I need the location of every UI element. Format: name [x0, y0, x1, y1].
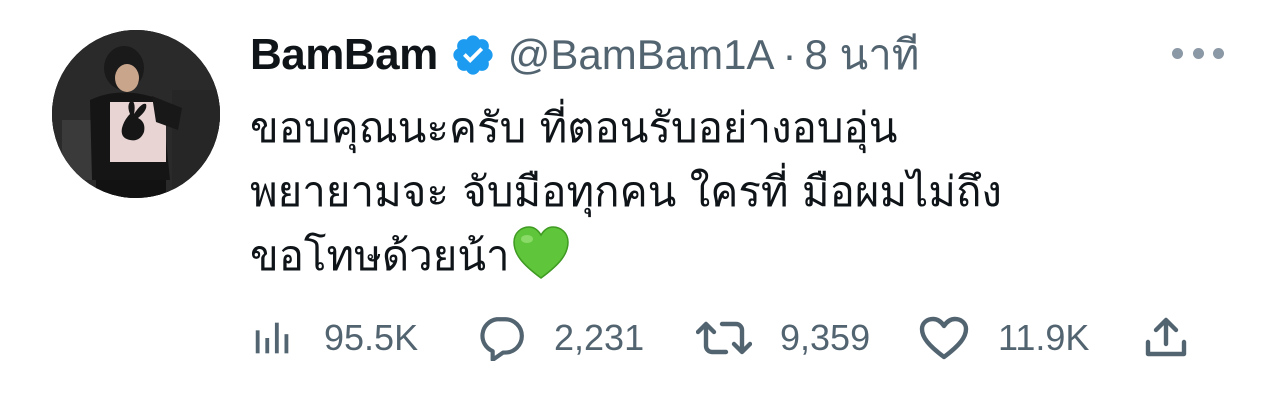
- tweet-line: ขอบคุณนะครับ ที่ตอนรับอย่างอบอุ่น: [250, 103, 898, 152]
- views-action[interactable]: 95.5K: [250, 310, 418, 366]
- retweet-count: 9,359: [780, 317, 871, 358]
- display-name[interactable]: BamBam: [250, 30, 438, 80]
- reply-action[interactable]: 2,231: [476, 310, 644, 366]
- share-action[interactable]: [1142, 310, 1190, 366]
- more-dot: [1213, 47, 1224, 59]
- like-count: 11.9K: [998, 317, 1090, 358]
- tweet-actions: 95.5K 2,231 9,359 11.9K: [250, 310, 1210, 366]
- reply-bubble-icon: [480, 317, 524, 361]
- share-upload-icon: [1145, 317, 1187, 357]
- user-handle[interactable]: @BamBam1A: [508, 31, 775, 79]
- tweet-line: ขอโทษด้วยน้า: [250, 231, 510, 280]
- retweet-action[interactable]: 9,359: [696, 310, 870, 366]
- more-dots-icon[interactable]: [1172, 40, 1224, 66]
- reply-count: 2,231: [554, 317, 645, 358]
- avatar[interactable]: [52, 30, 220, 198]
- views-count: 95.5K: [324, 317, 419, 358]
- like-action[interactable]: 11.9K: [918, 310, 1089, 366]
- tweet-card[interactable]: BamBam @BamBam1A · 8 นาที ขอบคุณนะครับ ท…: [0, 0, 1280, 406]
- views-bar-chart-icon: [255, 322, 289, 354]
- tweet-line-with-emoji: ขอโทษด้วยน้า: [250, 224, 1210, 288]
- tweet-line: พยายามจะ จับมือทุกคน ใครที่ มือผมไม่ถึง: [250, 167, 1002, 216]
- more-dot: [1172, 47, 1183, 59]
- tweet-header: BamBam @BamBam1A · 8 นาที: [250, 28, 920, 82]
- heart-outline-icon: [919, 316, 969, 360]
- more-dot: [1192, 47, 1204, 59]
- green-heart-emoji-icon: [512, 226, 570, 280]
- timestamp[interactable]: 8 นาที: [804, 22, 919, 88]
- tweet-text: ขอบคุณนะครับ ที่ตอนรับอย่างอบอุ่น พยายาม…: [250, 96, 1210, 288]
- separator-dot: ·: [782, 31, 797, 78]
- retweet-icon: [696, 321, 752, 355]
- verified-badge-icon: [450, 32, 496, 78]
- avatar-photo: [52, 30, 220, 198]
